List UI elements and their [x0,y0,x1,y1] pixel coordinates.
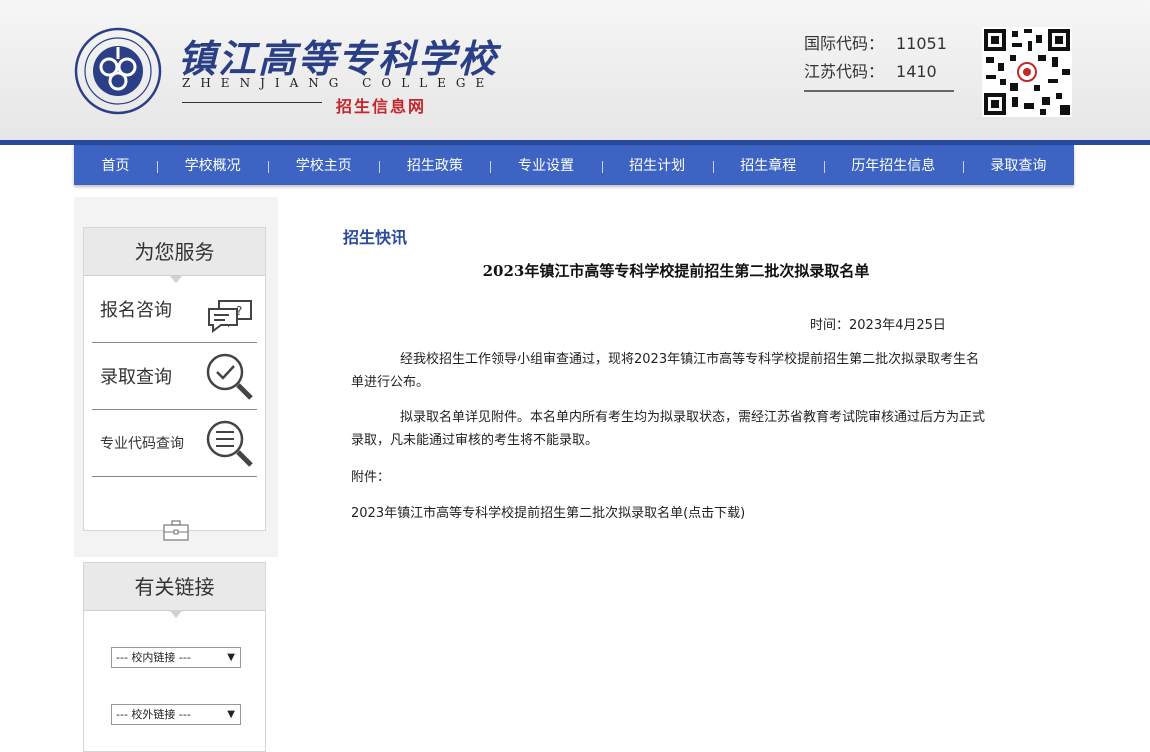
jiangsu-code-label: 江苏代码： [804,62,885,81]
intl-code-row: 国际代码： 11051 [804,30,950,58]
internal-links-select[interactable]: --- 校内链接 --- ▼ [111,647,241,668]
main-nav: 首页 学校概况 学校主页 招生政策 专业设置 招生计划 招生章程 历年招生信息 … [74,145,1074,185]
dropdown-arrow-icon: ▼ [227,709,235,720]
service-registration-consult[interactable]: 报名咨询 ? [92,276,257,343]
article-title: 2023年镇江市高等专科学校提前招生第二批次拟录取名单 [482,262,870,280]
jiangsu-code-row: 江苏代码： 1410 [804,58,950,86]
attachment-download-link[interactable]: 2023年镇江市高等专科学校提前招生第二批次拟录取名单(点击下载) [351,502,745,521]
magnifier-list-icon [206,420,253,467]
nav-home[interactable]: 首页 [74,155,157,175]
article-paragraph-1: 经我校招生工作领导小组审查通过，现将2023年镇江市高等专科学校提前招生第二批次… [351,352,980,390]
intl-code-value: 11051 [896,34,947,53]
article-paragraph-2: 拟录取名单详见附件。本名单内所有考生均为拟录取状态，需经江苏省教育考试院审核通过… [351,410,986,448]
intl-code-label: 国际代码： [804,34,885,53]
nav-admission-charter[interactable]: 招生章程 [712,155,824,175]
external-links-select[interactable]: --- 校外链接 --- ▼ [111,704,241,725]
section-title: 招生快讯 [343,228,408,247]
qr-code-icon [982,27,1072,117]
attachment-label: 附件： [351,470,391,485]
nav-majors[interactable]: 专业设置 [490,155,601,175]
nav-admission-policy[interactable]: 招生政策 [379,155,490,175]
site-subtitle: 招生信息网 [336,97,427,116]
school-codes: 国际代码： 11051 江苏代码： 1410 [804,30,950,86]
service-label: 录取查询 [100,367,172,388]
service-major-code-query[interactable]: 专业代码查询 [92,410,257,477]
nav-school-overview[interactable]: 学校概况 [157,155,268,175]
service-box: 为您服务 报名咨询 ? 录取查询 专业代码查询 [83,227,266,531]
svg-text:?: ? [236,304,242,318]
school-english-name: ZHENJIANG COLLEGE [182,76,495,90]
site-header: 镇江高等专科学校 ZHENJIANG COLLEGE 招生信息网 国际代码： 1… [0,0,1150,140]
service-admission-query[interactable]: 录取查询 [92,343,257,410]
nav-admission-query[interactable]: 录取查询 [962,155,1074,175]
subtitle-divider [182,102,322,103]
article-date: 时间：2023年4月25日 [810,318,946,333]
links-box-title: 有关链接 [84,563,265,618]
service-label: 报名咨询 [100,300,172,321]
magnifier-check-icon [206,353,253,400]
nav-admission-plan[interactable]: 招生计划 [601,155,713,175]
service-box-title: 为您服务 [84,228,265,283]
jiangsu-code-value: 1410 [896,62,937,81]
service-label: 专业代码查询 [100,436,184,452]
codes-underline [804,90,954,92]
school-seal-logo [74,27,162,115]
school-name: 镇江高等专科学校 [178,36,499,81]
nav-past-admissions[interactable]: 历年招生信息 [823,155,963,175]
dropdown-arrow-icon: ▼ [227,652,235,663]
nav-school-homepage[interactable]: 学校主页 [268,155,379,175]
chat-question-icon: ? [208,300,252,333]
external-links-value: --- 校外链接 --- [116,708,191,721]
internal-links-value: --- 校内链接 --- [116,651,191,664]
briefcase-icon [163,520,189,541]
